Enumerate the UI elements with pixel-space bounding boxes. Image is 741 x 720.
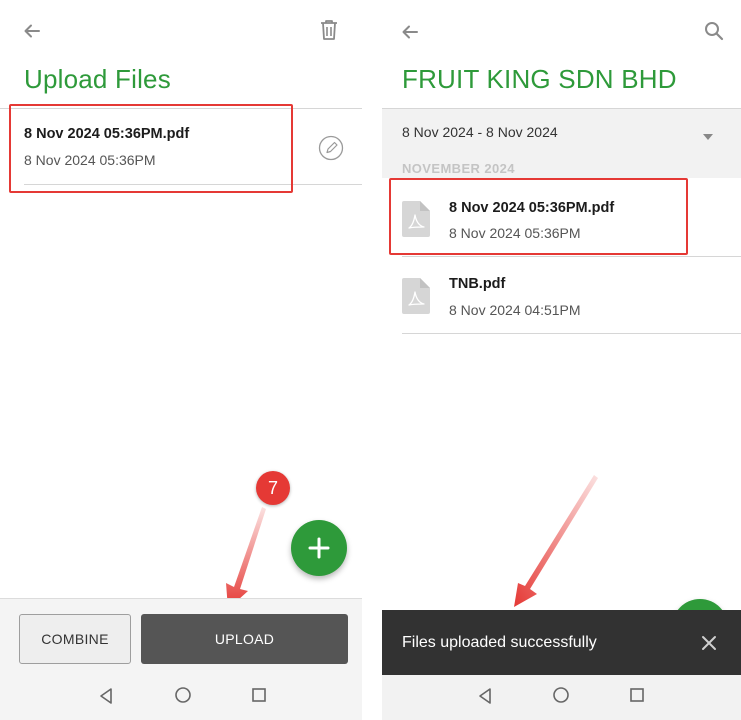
combine-button-label: COMBINE xyxy=(41,631,109,647)
add-fab-button[interactable] xyxy=(291,520,347,576)
search-icon[interactable] xyxy=(703,20,725,42)
edit-pencil-icon[interactable] xyxy=(318,135,344,161)
section-header-label: NOVEMBER 2024 xyxy=(402,161,515,176)
page-title: Upload Files xyxy=(24,64,171,94)
combine-button[interactable]: COMBINE xyxy=(19,614,131,664)
nav-recents-icon[interactable] xyxy=(629,687,645,708)
highlight-box xyxy=(389,178,688,255)
section-header: NOVEMBER 2024 xyxy=(382,154,741,178)
nav-home-icon[interactable] xyxy=(552,686,570,709)
step-badge: 7 xyxy=(256,471,290,505)
back-arrow-icon[interactable] xyxy=(400,22,420,42)
nav-back-icon[interactable] xyxy=(477,687,493,710)
date-range-value: 8 Nov 2024 - 8 Nov 2024 xyxy=(402,124,558,140)
close-icon[interactable] xyxy=(701,635,717,656)
snackbar-message: Files uploaded successfully xyxy=(402,634,597,651)
pdf-file-icon xyxy=(402,278,430,314)
upload-button[interactable]: UPLOAD xyxy=(141,614,348,664)
company-documents-screen: FRUIT KING SDN BHD 8 Nov 2024 - 8 Nov 20… xyxy=(382,0,741,720)
file-name: TNB.pdf xyxy=(449,276,506,292)
nav-home-icon[interactable] xyxy=(174,686,192,709)
step-badge-label: 7 xyxy=(267,477,278,498)
upload-button-label: UPLOAD xyxy=(214,631,275,647)
date-range-dropdown[interactable]: 8 Nov 2024 - 8 Nov 2024 xyxy=(382,108,741,154)
back-arrow-icon[interactable] xyxy=(22,21,42,41)
plus-icon xyxy=(308,537,330,559)
file-date: 8 Nov 2024 04:51PM xyxy=(449,302,581,318)
system-navbar xyxy=(0,675,362,720)
pointer-arrow-icon xyxy=(514,475,598,607)
highlight-box xyxy=(9,104,293,193)
system-navbar xyxy=(382,675,741,720)
chevron-down-icon xyxy=(702,128,714,146)
snackbar: Files uploaded successfully xyxy=(382,610,741,675)
nav-back-icon[interactable] xyxy=(98,687,114,710)
upload-files-screen: Upload Files 8 Nov 2024 05:36PM.pdf 8 No… xyxy=(0,0,362,720)
page-title: FRUIT KING SDN BHD xyxy=(402,64,677,94)
file-list-item[interactable]: TNB.pdf 8 Nov 2024 04:51PM xyxy=(382,257,741,333)
divider xyxy=(402,333,741,334)
trash-icon[interactable] xyxy=(319,19,339,41)
pointer-arrow-icon xyxy=(226,507,266,609)
nav-recents-icon[interactable] xyxy=(251,687,267,708)
